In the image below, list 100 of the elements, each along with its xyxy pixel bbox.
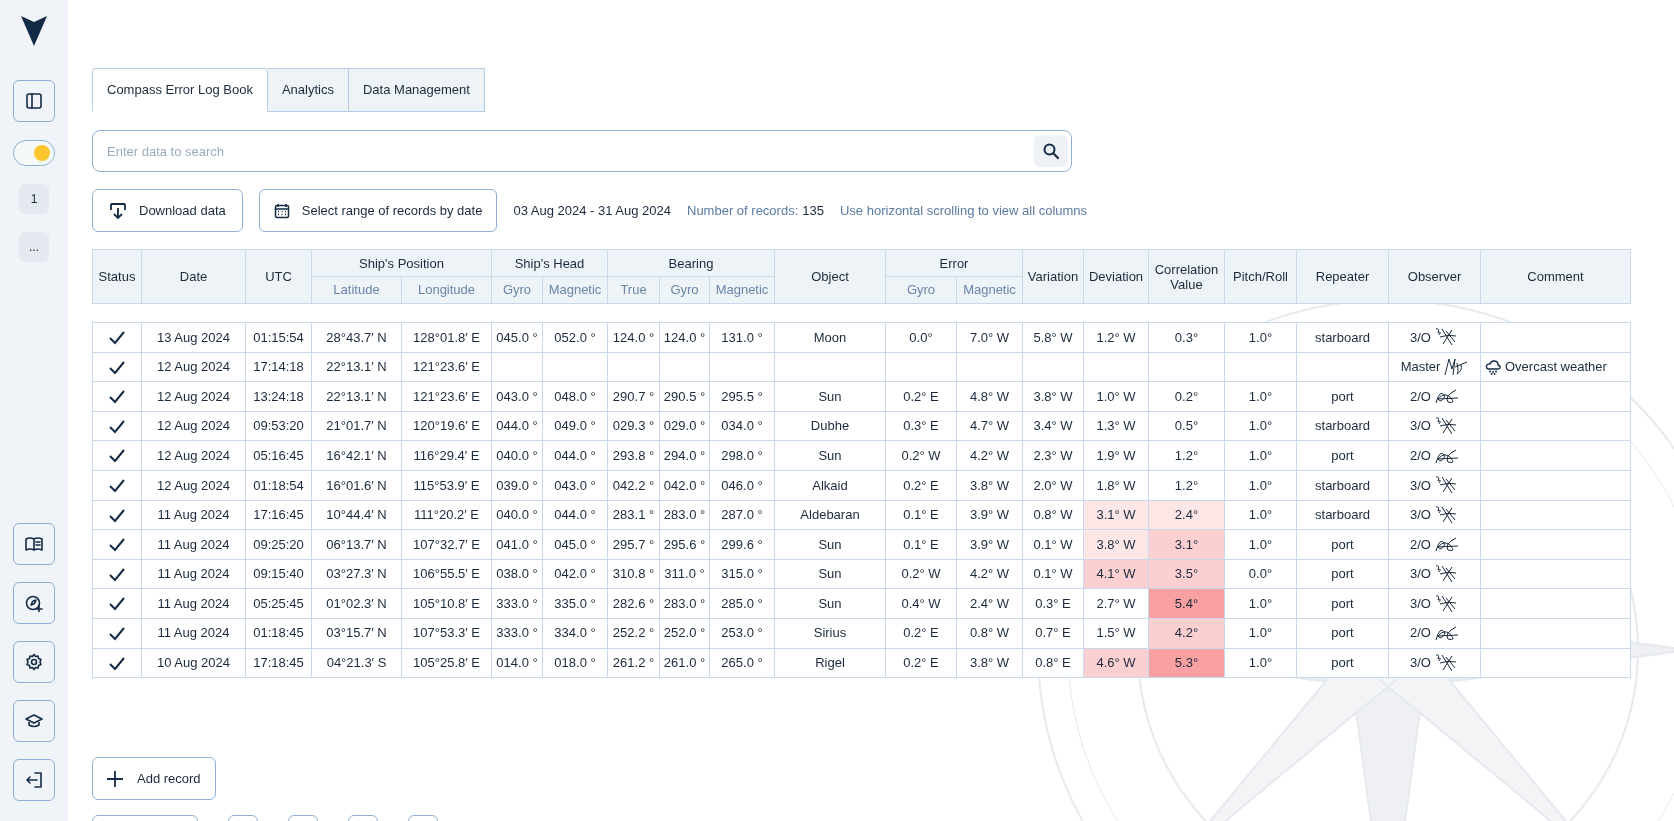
table-cell: 043.0 ° bbox=[491, 381, 543, 412]
table-cell: 295.7 ° bbox=[607, 529, 660, 560]
table-cell: 283.0 ° bbox=[659, 588, 710, 619]
table-cell: 3.8° W bbox=[956, 470, 1023, 501]
table-cell: 09:53:20 bbox=[245, 411, 312, 441]
table-cell: 17:16:45 bbox=[245, 500, 312, 530]
signature-drawing bbox=[1435, 594, 1459, 613]
tab[interactable]: Analytics bbox=[267, 68, 349, 112]
observer-rank: 2/O bbox=[1410, 446, 1431, 465]
tab[interactable]: Data Management bbox=[349, 68, 485, 112]
observer-rank: 3/O bbox=[1410, 328, 1431, 347]
table-cell: 333.0 ° bbox=[491, 588, 543, 619]
table-cell: 3.8° W bbox=[956, 648, 1023, 678]
table-cell: 265.0 ° bbox=[709, 648, 775, 678]
table-cell: 121°23.6′ E bbox=[401, 352, 492, 382]
column-header: Comment bbox=[1480, 249, 1631, 304]
table-cell: 0.8° W bbox=[956, 618, 1023, 649]
column-header: Ship's Position bbox=[311, 249, 492, 277]
theme-toggle[interactable] bbox=[13, 140, 55, 166]
table-cell: 334.0 ° bbox=[542, 618, 608, 649]
table-cell: 0.0° bbox=[885, 322, 957, 353]
date-range-button[interactable]: Select range of records by date bbox=[258, 189, 498, 232]
table-cell: 2.0° W bbox=[1022, 470, 1084, 501]
table-cell: 01:18:54 bbox=[245, 470, 312, 501]
table-cell: 1.5° W bbox=[1083, 618, 1149, 649]
table-cell: 12 Aug 2024 bbox=[141, 440, 246, 471]
table-cell: 10°44.4′ N bbox=[311, 500, 402, 530]
signature-drawing bbox=[1435, 476, 1459, 495]
table-cell: 3.9° W bbox=[956, 500, 1023, 530]
table-cell: 10 Aug 2024 bbox=[141, 648, 246, 678]
scroll-hint: Use horizontal scrolling to view all columns bbox=[839, 201, 1088, 220]
table-cell: 290.7 ° bbox=[607, 381, 660, 412]
records-label: Number of records: bbox=[687, 201, 799, 220]
observer-rank: 3/O bbox=[1410, 594, 1431, 613]
table-cell: 05:16:45 bbox=[245, 440, 312, 471]
table-cell: 029.0 ° bbox=[659, 411, 710, 441]
table-cell: 252.0 ° bbox=[659, 618, 710, 649]
table-cell: 294.0 ° bbox=[659, 440, 710, 471]
sidebar-chip[interactable]: 1 bbox=[19, 184, 49, 214]
table-cell: 11 Aug 2024 bbox=[141, 529, 246, 560]
table-cell: 029.3 ° bbox=[607, 411, 660, 441]
table-cell: 0.2° E bbox=[885, 648, 957, 678]
table-cell: 044.0 ° bbox=[542, 440, 608, 471]
table-cell: 0.7° E bbox=[1022, 618, 1084, 649]
table-cell: Moon bbox=[774, 322, 886, 353]
column-subheader: Gyro bbox=[885, 276, 957, 304]
table-cell: 282.6 ° bbox=[607, 588, 660, 619]
table-cell: 2.3° W bbox=[1022, 440, 1084, 471]
signature-drawing bbox=[1435, 653, 1459, 672]
table-cell: 1.0° bbox=[1224, 440, 1297, 471]
table-cell: 041.0 ° bbox=[491, 529, 543, 560]
table-cell: 04°21.3′ S bbox=[311, 648, 402, 678]
table-cell: 018.0 ° bbox=[542, 648, 608, 678]
download-button[interactable]: Download data bbox=[92, 189, 243, 232]
table-cell: starboard bbox=[1296, 322, 1389, 353]
table-cell: 0.1° E bbox=[885, 500, 957, 530]
signature-drawing bbox=[1435, 387, 1459, 406]
column-header: Deviation bbox=[1083, 249, 1149, 304]
signature-drawing bbox=[1444, 357, 1469, 376]
table-cell: 298.0 ° bbox=[709, 440, 775, 471]
table-cell: 06°13.7′ N bbox=[311, 529, 402, 560]
observer-rank: 2/O bbox=[1410, 387, 1431, 406]
table-cell: 0.1° W bbox=[1022, 559, 1084, 589]
book-button[interactable] bbox=[13, 523, 55, 565]
table-cell: 014.0 ° bbox=[491, 648, 543, 678]
table-cell: 111°20.2′ E bbox=[401, 500, 492, 530]
table-cell: port bbox=[1296, 648, 1389, 678]
compass-plus-button[interactable] bbox=[13, 582, 55, 624]
table-cell: 106°55.5′ E bbox=[401, 559, 492, 589]
table-cell: Aldebaran bbox=[774, 500, 886, 530]
table-cell: 1.2° bbox=[1148, 470, 1225, 501]
column-subheader: Latitude bbox=[311, 276, 402, 304]
table-cell: 1.0° bbox=[1224, 529, 1297, 560]
search-button[interactable] bbox=[1034, 135, 1068, 167]
table-cell: 283.1 ° bbox=[607, 500, 660, 530]
logout-button[interactable] bbox=[13, 759, 55, 801]
column-header: Ship's Head bbox=[491, 249, 608, 277]
table-cell: 120°19.6′ E bbox=[401, 411, 492, 441]
compass-plus-icon bbox=[25, 594, 43, 612]
column-header: UTC bbox=[245, 249, 312, 304]
settings-button[interactable] bbox=[13, 641, 55, 683]
table-cell: 039.0 ° bbox=[491, 470, 543, 501]
column-header: Error bbox=[885, 249, 1023, 277]
column-header: Correlation Value bbox=[1148, 249, 1225, 304]
table-cell: 0.4° W bbox=[885, 588, 957, 619]
table-cell: 1.0° bbox=[1224, 588, 1297, 619]
graduation-cap-button[interactable] bbox=[13, 700, 55, 742]
add-record-button[interactable]: Add record bbox=[92, 757, 216, 801]
table-cell: 0.0° bbox=[1224, 559, 1297, 589]
column-subheader: Magnetic bbox=[542, 276, 608, 304]
tab[interactable]: Compass Error Log Book bbox=[92, 68, 268, 112]
sidebar-chip[interactable]: ... bbox=[19, 232, 49, 262]
search-field[interactable]: Enter data to search bbox=[92, 130, 1072, 172]
table-cell: 01°02.3′ N bbox=[311, 588, 402, 619]
table-cell: 03°15.7′ N bbox=[311, 618, 402, 649]
panel-button[interactable] bbox=[13, 80, 55, 122]
signature-drawing bbox=[1435, 565, 1459, 584]
table-cell: 11 Aug 2024 bbox=[141, 618, 246, 649]
table-cell: 4.7° W bbox=[956, 411, 1023, 441]
table-cell: 12 Aug 2024 bbox=[141, 411, 246, 441]
